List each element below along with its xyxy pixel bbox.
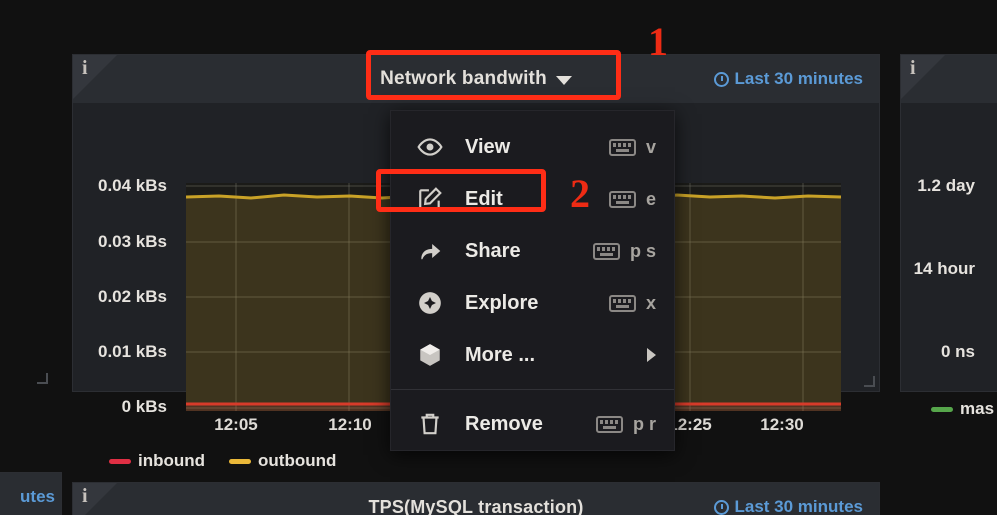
annotation-number-2: 2 bbox=[570, 171, 590, 216]
menu-item-edit-key: e bbox=[645, 188, 656, 209]
menu-item-remove-label: Remove bbox=[465, 412, 543, 435]
menu-item-explore-key: x bbox=[645, 292, 656, 313]
info-icon[interactable]: i bbox=[901, 55, 945, 99]
panel-right-graph: 1.2 day 14 hour 0 ns mas bbox=[901, 103, 997, 418]
info-icon-glyph: i bbox=[82, 57, 88, 79]
info-icon[interactable]: i bbox=[73, 55, 117, 99]
menu-item-share[interactable]: Share p s bbox=[391, 225, 674, 277]
menu-item-more-label: More ... bbox=[465, 343, 536, 366]
y-tick: 1.2 day bbox=[917, 176, 975, 195]
panel-right-header: i bbox=[901, 55, 997, 103]
grafana-dashboard: utes i Network bandwith Last 30 minutes … bbox=[0, 0, 997, 515]
menu-item-view-key: v bbox=[645, 136, 656, 157]
menu-item-edit-shortcut: e bbox=[608, 188, 656, 210]
panel-title-tps[interactable]: TPS(MySQL transaction) bbox=[368, 497, 583, 515]
panel-left-offscreen-timerange[interactable]: utes bbox=[20, 487, 55, 507]
y-tick: 0.01 kBs bbox=[98, 342, 167, 361]
menu-item-remove[interactable]: Remove p r bbox=[391, 398, 674, 450]
chevron-down-icon bbox=[555, 76, 572, 85]
panel-left-offscreen-resize-handle[interactable] bbox=[36, 372, 50, 386]
clock-icon bbox=[713, 499, 729, 515]
panel-tps-header: i TPS(MySQL transaction) Last 30 minutes bbox=[73, 483, 879, 515]
info-icon[interactable]: i bbox=[73, 483, 117, 515]
menu-item-remove-key: p r bbox=[632, 413, 656, 434]
legend-item-outbound[interactable]: outbound bbox=[229, 451, 336, 471]
compass-icon bbox=[415, 290, 445, 316]
cube-icon bbox=[415, 342, 445, 368]
panel-title-label: Network bandwith bbox=[380, 68, 547, 89]
clock-icon bbox=[713, 71, 729, 87]
keyboard-icon bbox=[608, 138, 636, 156]
menu-item-remove-shortcut: p r bbox=[595, 413, 656, 435]
panel-context-menu: View v Edit e Share p s Explore x More .… bbox=[390, 110, 675, 451]
menu-item-view[interactable]: View v bbox=[391, 121, 674, 173]
network-graph-legend: inbound outbound bbox=[109, 451, 336, 471]
y-tick: 0 kBs bbox=[121, 397, 167, 416]
keyboard-icon bbox=[608, 190, 636, 208]
panel-left-offscreen-timerange-label: utes bbox=[20, 487, 55, 506]
panel-left-offscreen: utes bbox=[0, 472, 62, 515]
keyboard-icon bbox=[608, 294, 636, 312]
info-icon-glyph: i bbox=[82, 485, 88, 507]
menu-item-explore-label: Explore bbox=[465, 291, 539, 314]
y-tick: 0.03 kBs bbox=[98, 232, 167, 251]
x-tick: 12:10 bbox=[328, 415, 372, 434]
panel-title-network-bandwith[interactable]: Network bandwith bbox=[380, 68, 572, 90]
eye-icon bbox=[415, 134, 445, 160]
panel-right-partial: i 1.2 day 14 hour 0 ns mas bbox=[900, 54, 997, 418]
panel-tps-timerange-label: Last 30 minutes bbox=[734, 497, 864, 515]
menu-item-share-label: Share bbox=[465, 239, 521, 262]
panel-title-tps-label: TPS(MySQL transaction) bbox=[368, 496, 584, 515]
menu-item-explore-shortcut: x bbox=[608, 292, 656, 314]
y-tick: 0.02 kBs bbox=[98, 287, 167, 306]
panel-tps-timerange[interactable]: Last 30 minutes bbox=[713, 497, 864, 515]
menu-item-edit[interactable]: Edit e bbox=[391, 173, 674, 225]
legend-swatch-green-icon bbox=[931, 406, 953, 412]
panel-right-legend: mas bbox=[931, 399, 994, 419]
keyboard-icon bbox=[595, 415, 623, 433]
menu-item-view-label: View bbox=[465, 135, 511, 158]
legend-label-inbound: inbound bbox=[138, 451, 206, 470]
network-graph-y-axis: 0.04 kBs 0.03 kBs 0.02 kBs 0.01 kBs 0 kB… bbox=[73, 103, 173, 416]
legend-item-master[interactable]: mas bbox=[931, 399, 994, 419]
legend-label-outbound: outbound bbox=[258, 451, 337, 470]
panel-network-resize-handle[interactable] bbox=[863, 375, 877, 389]
legend-label-master: mas bbox=[960, 399, 995, 418]
x-tick: 12:05 bbox=[214, 415, 258, 434]
legend-swatch-outbound-icon bbox=[229, 458, 252, 464]
keyboard-icon bbox=[592, 242, 620, 260]
share-arrow-icon bbox=[415, 238, 445, 264]
y-tick: 0.04 kBs bbox=[98, 176, 167, 195]
panel-network-timerange[interactable]: Last 30 minutes bbox=[713, 69, 864, 89]
menu-item-view-shortcut: v bbox=[608, 136, 656, 158]
menu-item-share-key: p s bbox=[629, 240, 656, 261]
menu-divider bbox=[391, 389, 674, 390]
menu-item-share-shortcut: p s bbox=[592, 240, 656, 262]
panel-network-timerange-label: Last 30 minutes bbox=[734, 69, 864, 88]
panel-left-offscreen-header: utes bbox=[0, 473, 61, 515]
y-tick: 14 hour bbox=[913, 259, 975, 278]
menu-item-explore[interactable]: Explore x bbox=[391, 277, 674, 329]
info-icon-glyph: i bbox=[910, 57, 916, 79]
menu-item-more[interactable]: More ... bbox=[391, 329, 674, 381]
chevron-right-icon bbox=[647, 348, 656, 362]
panel-network-header: i Network bandwith Last 30 minutes bbox=[73, 55, 879, 103]
x-tick: 12:30 bbox=[760, 415, 804, 434]
pencil-square-icon bbox=[415, 186, 445, 212]
trash-icon bbox=[415, 411, 445, 437]
y-tick: 0 ns bbox=[940, 342, 975, 361]
legend-item-inbound[interactable]: inbound bbox=[109, 451, 205, 471]
panel-tps-mysql: i TPS(MySQL transaction) Last 30 minutes bbox=[72, 482, 880, 515]
annotation-number-1: 1 bbox=[648, 19, 668, 64]
legend-swatch-inbound-icon bbox=[109, 458, 131, 464]
